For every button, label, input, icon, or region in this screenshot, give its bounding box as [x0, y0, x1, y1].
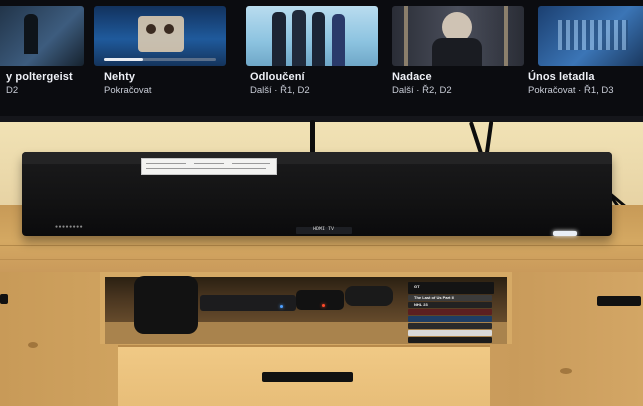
wireless-subwoofer	[134, 276, 198, 334]
soundbar-photo: y poltergeist D2 Nehty Pokračovat Odlouč…	[0, 0, 643, 406]
tv-screen: y poltergeist D2 Nehty Pokračovat Odlouč…	[0, 0, 643, 122]
game-case-label: GT	[414, 284, 420, 289]
tv-tile-title: y poltergeist	[6, 71, 73, 83]
tv-tile-thumbnail[interactable]	[94, 6, 226, 66]
wood-grain	[0, 259, 643, 260]
tv-tile-info: y poltergeist D2	[6, 71, 73, 96]
set-top-box	[296, 290, 344, 310]
cabinet-handle[interactable]	[0, 294, 8, 304]
game-case	[408, 309, 492, 315]
tv-tile-subtitle: Pokračovat	[104, 85, 152, 96]
game-case-label: The Last of Us Part II	[414, 295, 454, 300]
tv-tile-subtitle: Pokračovat · Ř1, D3	[528, 85, 614, 96]
tv-bezel	[0, 116, 643, 122]
tv-tile-subtitle: Další · Ř1, D2	[250, 85, 310, 96]
game-case	[408, 337, 492, 343]
wood-grain	[0, 245, 643, 246]
game-case	[408, 330, 492, 336]
tv-tile-subtitle: D2	[6, 85, 19, 96]
tv-tile-info: Nadace Další · Ř2, D2	[392, 71, 452, 96]
soundbar-brand-logo: ●●●●●●●●	[55, 224, 84, 230]
game-case-label: NHL 23	[414, 302, 428, 307]
soundbar-top-panel	[22, 152, 612, 164]
tv-tile-title: Nehty	[104, 71, 136, 83]
media-box	[200, 295, 296, 311]
tv-tile-info: Nehty Pokračovat	[104, 71, 152, 96]
soundbar	[22, 152, 612, 236]
wood-knot	[28, 342, 38, 348]
set-top-box-led	[322, 304, 325, 307]
cable	[310, 120, 315, 156]
tv-tile-title: Únos letadla	[528, 71, 595, 83]
tv-tile-thumbnail[interactable]	[392, 6, 524, 66]
tv-tile-info: Odloučení Další · Ř1, D2	[250, 71, 310, 96]
tv-tile-title: Nadace	[392, 71, 432, 83]
game-case	[408, 316, 492, 322]
game-case	[408, 323, 492, 329]
cabinet-handle[interactable]	[597, 296, 641, 306]
tv-tile-info: Únos letadla Pokračovat · Ř1, D3	[528, 71, 614, 96]
sticker-line	[146, 163, 186, 164]
sticker-line	[232, 163, 270, 164]
media-box-led	[280, 305, 283, 308]
soundbar-sticker	[141, 158, 277, 175]
game-case	[408, 282, 494, 294]
wood-knot	[560, 368, 572, 374]
tv-tile-subtitle: Další · Ř2, D2	[392, 85, 452, 96]
tv-tile-thumbnail[interactable]	[538, 6, 643, 66]
tv-tile-title: Odloučení	[250, 71, 305, 83]
sticker-line	[146, 168, 266, 169]
tv-tile-thumbnail[interactable]	[246, 6, 378, 66]
soundbar-display-text: HDMI TV	[313, 226, 335, 232]
soundbar-status-led	[553, 231, 577, 236]
controller	[345, 286, 393, 306]
sticker-line	[194, 163, 224, 164]
tv-tile-thumbnail[interactable]	[0, 6, 84, 66]
drawer-handle[interactable]	[262, 372, 353, 382]
tv-tile-progress	[104, 58, 143, 61]
